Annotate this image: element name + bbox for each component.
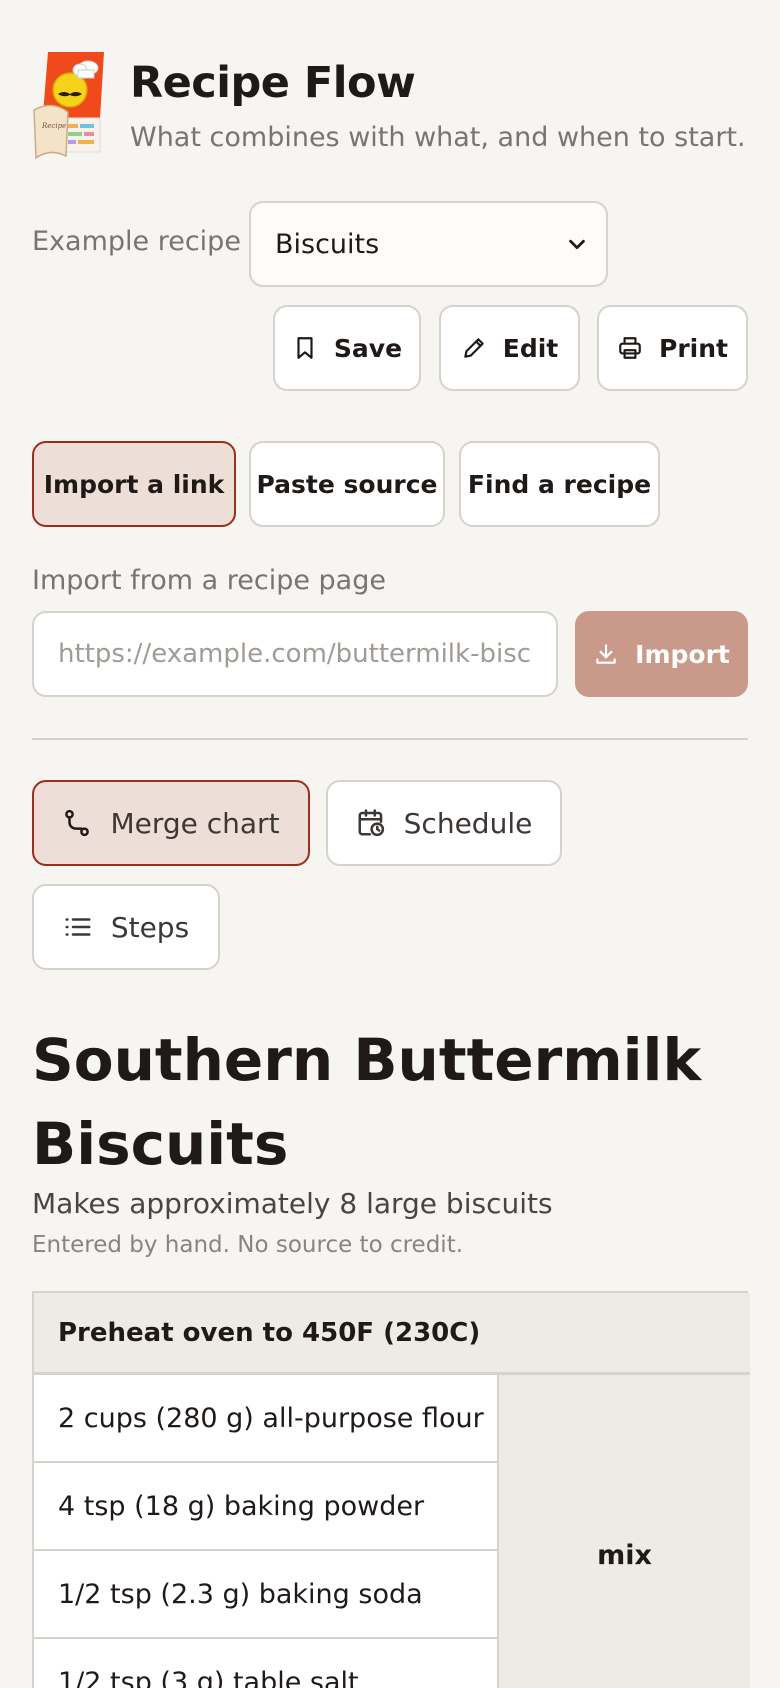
tab-find-recipe-label: Find a recipe xyxy=(467,469,652,499)
merge-chart: Preheat oven to 450F (230C) 2 cups (280 … xyxy=(32,1291,750,1688)
import-button[interactable]: Import xyxy=(575,611,748,697)
chevron-down-icon xyxy=(569,239,585,250)
ingredient-cell: 1/2 tsp (2.3 g) baking soda xyxy=(34,1551,499,1639)
print-label: Print xyxy=(659,333,728,363)
ingredient-cell: 4 tsp (18 g) baking powder xyxy=(34,1463,499,1551)
route-icon xyxy=(65,809,90,837)
svg-text:Recipe: Recipe xyxy=(41,122,66,130)
printer-icon xyxy=(619,337,641,359)
preheat-step: Preheat oven to 450F (230C) xyxy=(34,1293,750,1375)
ingredient-cell: 1/2 tsp (3 g) table salt xyxy=(34,1639,499,1688)
tab-import-link-label: Import a link xyxy=(43,469,225,499)
app-subtitle: What combines with what, and when to sta… xyxy=(130,122,746,153)
bookmark-icon xyxy=(297,337,313,359)
section-divider xyxy=(32,738,748,740)
example-recipe-select[interactable]: Biscuits xyxy=(249,201,608,287)
recipe-title: Southern Buttermilk Biscuits xyxy=(32,1026,702,1178)
edit-label: Edit xyxy=(502,333,559,363)
tab-paste-source-label: Paste source xyxy=(256,469,438,499)
app-title: Recipe Flow xyxy=(130,58,416,108)
view-schedule-label: Schedule xyxy=(403,806,533,840)
import-url-input[interactable] xyxy=(32,611,558,697)
print-button[interactable]: Print xyxy=(597,305,748,391)
view-schedule[interactable]: Schedule xyxy=(326,780,562,866)
edit-button[interactable]: Edit xyxy=(439,305,580,391)
app-logo: Recipe xyxy=(32,48,108,160)
tab-find-recipe[interactable]: Find a recipe xyxy=(459,441,660,527)
view-steps[interactable]: Steps xyxy=(32,884,220,970)
ingredient-cell: 2 cups (280 g) all-purpose flour xyxy=(34,1375,499,1463)
example-recipe-value: Biscuits xyxy=(275,228,380,260)
pencil-icon xyxy=(464,338,484,358)
example-recipe-label: Example recipe xyxy=(32,226,241,257)
view-steps-label: Steps xyxy=(110,910,190,944)
recipe-yield: Makes approximately 8 large biscuits xyxy=(32,1187,553,1220)
save-label: Save xyxy=(333,333,403,363)
import-url-label: Import from a recipe page xyxy=(32,565,386,596)
download-icon xyxy=(596,644,616,664)
tab-import-link[interactable]: Import a link xyxy=(32,441,236,527)
recipe-source-note: Entered by hand. No source to credit. xyxy=(32,1232,464,1258)
calendar-clock-icon xyxy=(358,809,384,837)
save-button[interactable]: Save xyxy=(273,305,421,391)
merge-step-cell: mix xyxy=(499,1375,750,1688)
view-merge-chart-label: Merge chart xyxy=(110,806,280,840)
import-button-label: Import xyxy=(635,639,730,669)
view-merge-chart[interactable]: Merge chart xyxy=(32,780,310,866)
tab-paste-source[interactable]: Paste source xyxy=(249,441,445,527)
merge-step-label: mix xyxy=(597,1539,652,1571)
list-icon xyxy=(65,918,91,936)
